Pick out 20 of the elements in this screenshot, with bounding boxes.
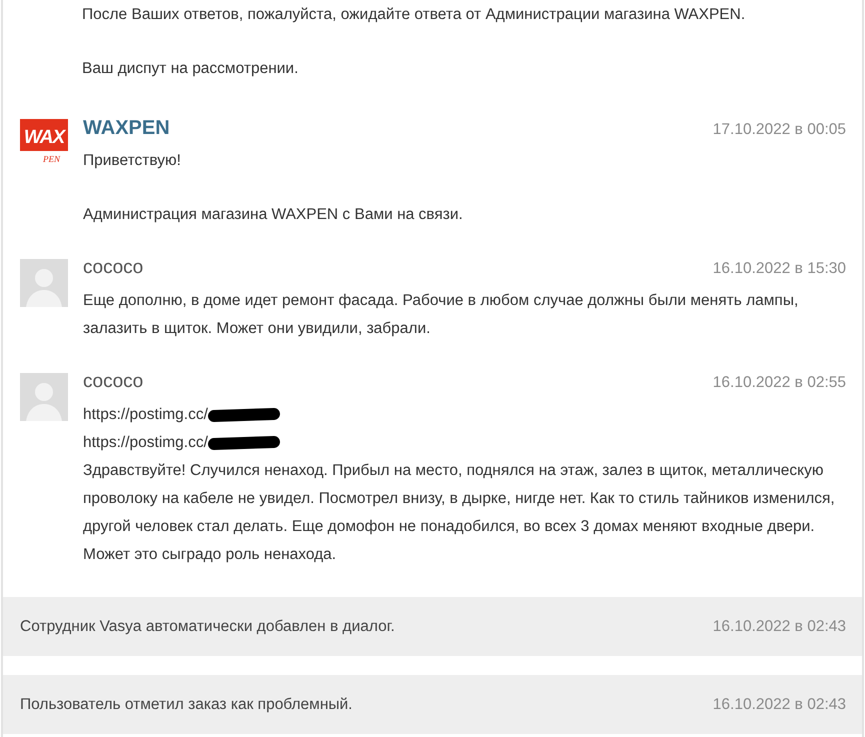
avatar-icon xyxy=(20,259,68,307)
message-text: Администрация магазина WAXPEN с Вами на связи. xyxy=(83,205,464,225)
link[interactable]: https://postimg.cc/ xyxy=(83,429,208,457)
message-text: Здравствуйте! Случился ненаход. Прибыл на место, поднялся на этаж, залез в щиток, металлическую проволоку на кабеле не увидел. Посмотрел внизу, в дырке, нигде нет. Как то стиль тайников изменился, другой человек стал делать. Еще домофон не понадобился, во всех 3 домах меняют входные двери. Может это сыградо роль ненахода. xyxy=(83,461,836,565)
message-text: Приветствую! xyxy=(83,151,182,171)
author-name: WAXPEN xyxy=(83,117,170,140)
timestamp: 17.10.2022 в 00:05 xyxy=(712,121,846,139)
timestamp: 16.10.2022 в 02:55 xyxy=(712,374,846,392)
event-text: Сотрудник Vasya автоматически добавлен в диалог. xyxy=(20,618,395,636)
message-text: Ваш диспут на рассмотрении. xyxy=(82,59,300,79)
message-text: Еще дополню, в доме идет ремонт фасада. Рабочие в любом случае должны были менять лампы, залазить в щиток. Может они увидили, забрали. xyxy=(83,291,800,339)
event-text: Пользователь отметил заказ как проблемный. xyxy=(20,696,352,714)
link[interactable]: https://postimg.cc/ xyxy=(83,401,208,429)
message-text: После Ваших ответов, пожалуйста, ожидайте ответа от Администрации магазина WAXPEN. xyxy=(82,5,746,25)
author-name: cococo xyxy=(83,371,144,393)
timestamp: 16.10.2022 в 15:30 xyxy=(712,260,846,278)
timestamp: 16.10.2022 в 02:43 xyxy=(712,618,846,636)
timestamp: 16.10.2022 в 02:43 xyxy=(712,696,846,714)
avatar-icon xyxy=(20,373,68,421)
author-name: cococo xyxy=(83,257,144,279)
